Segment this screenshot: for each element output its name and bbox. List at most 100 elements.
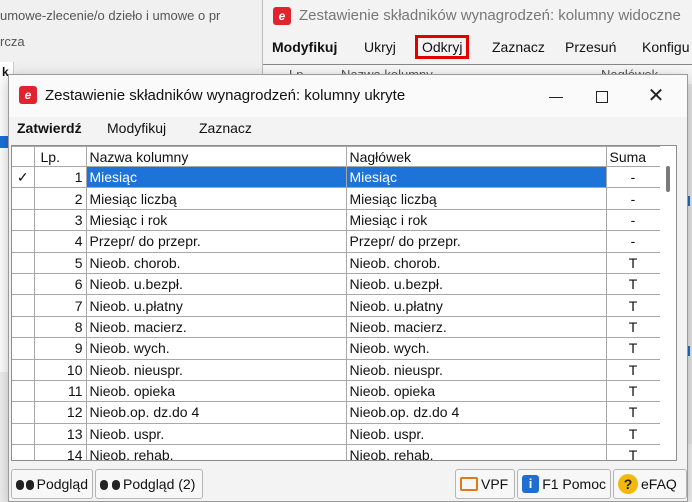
close-button[interactable]: ✕ <box>633 81 679 111</box>
minimize-button[interactable] <box>533 81 579 111</box>
table-row[interactable]: 2 Miesiąc liczbą Miesiąc liczbą - <box>12 187 661 210</box>
row-mark <box>12 251 35 274</box>
menu-konfiguracja[interactable]: Konfigu <box>642 39 689 55</box>
row-suma: T <box>605 294 661 317</box>
dialog-titlebar: e Zestawienie składników wynagrodzeń: ko… <box>9 75 687 117</box>
table-header-row: Lp. Nazwa kolumny Nagłówek Suma <box>12 146 661 167</box>
vertical-scrollbar[interactable] <box>660 146 676 460</box>
table-row[interactable]: 7 Nieob. u.płatny Nieob. u.płatny T <box>12 294 661 317</box>
row-naglowek: Miesiąc i rok <box>345 208 607 232</box>
menu-zatwierdz[interactable]: Zatwierdź <box>17 120 82 136</box>
visible-columns-menubar: Modyfikuj Ukryj Odkryj Zaznacz Przesuń K… <box>263 34 692 62</box>
row-lp: 4 <box>33 230 87 253</box>
binoculars-icon <box>16 477 34 491</box>
background-text-line-2: rcza <box>0 34 25 49</box>
menu-przesun[interactable]: Przesuń <box>565 39 616 55</box>
row-suma: - <box>605 187 661 210</box>
table-row[interactable]: 9 Nieob. wych. Nieob. wych. T <box>12 337 661 360</box>
row-nazwa: Przepr/ do przepr. <box>85 230 347 253</box>
row-naglowek: Nieob. u.płatny <box>345 294 607 317</box>
visible-columns-title: Zestawienie składników wynagrodzeń: kolu… <box>299 7 681 24</box>
scrollbar-thumb[interactable] <box>666 166 670 192</box>
table-row[interactable]: 6 Nieob. u.bezpł. Nieob. u.bezpł. T <box>12 272 661 296</box>
table-row[interactable]: 10 Nieob. nieuspr. Nieob. nieuspr. T <box>12 358 661 381</box>
row-naglowek: Nieob. uspr. <box>345 422 607 446</box>
row-mark <box>12 337 35 360</box>
podglad-2-button[interactable]: Podgląd (2) <box>95 469 203 499</box>
table-row[interactable]: 11 Nieob. opieka Nieob. opieka T <box>12 379 661 403</box>
row-suma: - <box>605 230 661 253</box>
row-mark <box>12 294 35 317</box>
row-mark: ✓ <box>12 165 35 189</box>
row-mark <box>12 401 35 424</box>
vpf-icon <box>460 477 478 491</box>
row-naglowek: Przepr/ do przepr. <box>345 230 607 253</box>
header-naglowek[interactable]: Nagłówek <box>345 146 607 167</box>
maximize-icon <box>596 91 608 104</box>
row-mark <box>12 208 35 232</box>
podglad-2-label: Podgląd (2) <box>123 476 196 492</box>
menu-modyfikuj-back[interactable]: Modyfikuj <box>272 39 337 55</box>
table-row[interactable]: ✓ 1 Miesiąc Miesiąc - <box>12 165 661 189</box>
table-row[interactable]: 12 Nieob.op. dz.do 4 Nieob.op. dz.do 4T <box>12 401 661 424</box>
row-nazwa: Nieob. opieka <box>85 379 347 403</box>
dialog-toolbar: Podgląd Podgląd (2) VPF i F1 Pomoc ? eFA… <box>9 465 687 501</box>
header-suma[interactable]: Suma <box>605 146 661 167</box>
help-button[interactable]: i F1 Pomoc <box>517 469 611 499</box>
row-mark <box>12 379 35 403</box>
row-lp: 8 <box>33 315 87 339</box>
podglad-label: Podgląd <box>36 476 88 492</box>
row-naglowek: Miesiąc <box>345 165 607 189</box>
table-row[interactable]: 13 Nieob. uspr. Nieob. uspr. T <box>12 422 661 446</box>
row-lp: 10 <box>33 358 87 381</box>
row-naglowek: Nieob. chorob. <box>345 251 607 274</box>
minimize-icon <box>549 96 563 98</box>
row-lp: 9 <box>33 337 87 360</box>
vpf-button[interactable]: VPF <box>455 469 515 499</box>
row-nazwa: Nieob. wych. <box>85 337 347 360</box>
table-row[interactable]: 4 Przepr/ do przepr. Przepr/ do przepr. - <box>12 230 661 253</box>
hidden-columns-dialog: e Zestawienie składników wynagrodzeń: ko… <box>8 74 688 502</box>
row-lp: 13 <box>33 422 87 446</box>
app-logo-icon: e <box>19 86 37 104</box>
hidden-columns-grid[interactable]: Lp. Nazwa kolumny Nagłówek Suma ✓ 1 Miesią… <box>11 145 677 461</box>
dialog-menubar: Zatwierdź Modyfikuj Zaznacz <box>9 117 687 141</box>
row-suma: T <box>605 337 661 360</box>
menu-ukryj[interactable]: Ukryj <box>364 39 396 55</box>
help-label: F1 Pomoc <box>542 476 606 492</box>
close-icon: ✕ <box>647 85 665 107</box>
row-naglowek: Nieob. wych. <box>345 337 607 360</box>
row-suma: - <box>605 165 661 189</box>
row-suma: - <box>605 208 661 232</box>
table-row[interactable]: 14 Nieob. rehab. Nieob. rehab. T <box>12 444 661 460</box>
row-nazwa: Nieob. nieuspr. <box>85 358 347 381</box>
table-row[interactable]: 8 Nieob. macierz. Nieob. macierz. T <box>12 315 661 339</box>
row-nazwa: Miesiąc i rok <box>85 208 347 232</box>
menu-zaznacz-back[interactable]: Zaznacz <box>492 39 545 55</box>
menu-zaznacz[interactable]: Zaznacz <box>199 120 252 136</box>
header-nazwa[interactable]: Nazwa kolumny <box>85 146 347 167</box>
row-suma: T <box>605 379 661 403</box>
row-suma: T <box>605 444 661 460</box>
row-lp: 1 <box>33 165 87 189</box>
row-naglowek: Nieob. rehab. <box>345 444 607 460</box>
row-mark <box>12 358 35 381</box>
maximize-button[interactable] <box>579 81 625 111</box>
menu-modyfikuj[interactable]: Modyfikuj <box>107 120 166 136</box>
row-nazwa: Nieob. macierz. <box>85 315 347 339</box>
row-lp: 3 <box>33 208 87 232</box>
podglad-button[interactable]: Podgląd <box>11 469 93 499</box>
visible-columns-titlebar: e Zestawienie składników wynagrodzeń: ko… <box>263 0 692 34</box>
efaq-button[interactable]: ? eFAQ <box>613 469 687 499</box>
row-mark <box>12 272 35 296</box>
row-suma: T <box>605 272 661 296</box>
row-mark <box>12 444 35 460</box>
header-lp[interactable]: Lp. <box>33 146 87 167</box>
table-row[interactable]: 3 Miesiąc i rok Miesiąc i rok - <box>12 208 661 232</box>
row-nazwa: Nieob. rehab. <box>85 444 347 460</box>
row-naglowek: Nieob. opieka <box>345 379 607 403</box>
row-mark <box>12 315 35 339</box>
table-row[interactable]: 5 Nieob. chorob. Nieob. chorob. T <box>12 251 661 274</box>
menu-odkryj[interactable]: Odkryj <box>415 35 470 59</box>
row-nazwa: Miesiąc <box>85 165 347 189</box>
